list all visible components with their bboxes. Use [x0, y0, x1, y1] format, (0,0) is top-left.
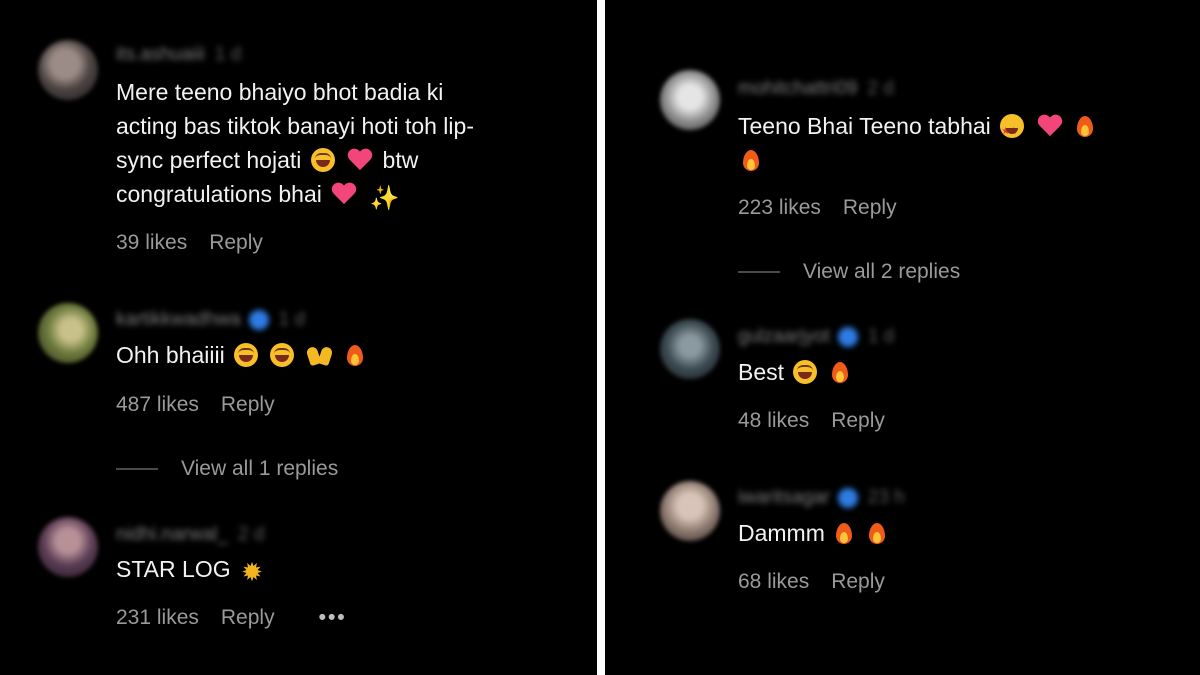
comment-text: Best — [738, 355, 853, 389]
likes-count[interactable]: 39 likes — [116, 231, 187, 255]
comment-username[interactable]: gulzaarjyot 1 d — [738, 326, 894, 348]
reply-button[interactable]: Reply — [831, 570, 885, 594]
heart-icon — [1037, 114, 1063, 138]
username-text[interactable]: gulzaarjyot — [738, 326, 830, 347]
laughing-tears-icon — [270, 343, 295, 367]
comment-text: STAR LOG ✹ — [116, 552, 267, 586]
comment-line: STAR LOG — [116, 556, 231, 582]
comment-time: 1 d — [278, 309, 306, 330]
comment-line: acting bas tiktok banayi hoti toh lip- — [116, 113, 474, 139]
comment-text: Ohh bhaiiii — [116, 338, 368, 372]
comment-line-emoji — [738, 143, 1098, 177]
comment-inline-text: btw — [382, 147, 419, 173]
comment-username[interactable]: iwaritsagar 23 h — [738, 487, 905, 509]
reply-button[interactable]: Reply — [831, 409, 885, 433]
view-replies-button[interactable]: View all 2 replies — [738, 260, 960, 284]
heart-icon — [331, 182, 357, 206]
reply-button[interactable]: Reply — [843, 196, 897, 220]
heart-icon — [347, 148, 373, 172]
laughing-tears-icon — [793, 360, 818, 384]
comment-username[interactable]: mohitchattri09 2 d — [738, 78, 894, 100]
likes-count[interactable]: 231 likes — [116, 606, 199, 630]
comment-line: Teeno Bhai Teeno tabhai — [738, 113, 991, 139]
fire-icon — [830, 360, 850, 384]
verified-badge-icon — [837, 326, 858, 347]
more-options-icon[interactable]: ••• — [319, 606, 347, 630]
laughing-tears-icon — [310, 148, 335, 172]
comments-panel-left: its.ashuaiii 1 d Mere teeno bhaiyo bhot b… — [0, 0, 597, 675]
likes-count[interactable]: 68 likes — [738, 570, 809, 594]
likes-count[interactable]: 223 likes — [738, 196, 821, 220]
comment-meta: 223 likes Reply — [738, 196, 897, 220]
comment-text: Teeno Bhai Teeno tabhai — [738, 109, 1098, 177]
laughing-tears-icon — [234, 343, 259, 367]
likes-count[interactable]: 487 likes — [116, 393, 199, 417]
avatar[interactable] — [38, 40, 98, 100]
comment-line-with-emoji: sync perfect hojati btw — [116, 143, 474, 177]
sparkles-icon: ✨ — [369, 185, 400, 212]
comment-line-with-emoji: congratulations bhai ✨ — [116, 177, 474, 211]
comment-line: sync perfect hojati — [116, 147, 302, 173]
avatar[interactable] — [660, 70, 720, 130]
replies-divider — [116, 468, 158, 471]
comment-meta: 48 likes Reply — [738, 409, 885, 433]
reply-button[interactable]: Reply — [209, 231, 263, 255]
comment-time: 1 d — [867, 326, 895, 347]
username-text[interactable]: mohitchattri09 — [738, 78, 857, 99]
reply-button[interactable]: Reply — [221, 393, 275, 417]
verified-badge-icon — [248, 309, 269, 330]
comment-text: Mere teeno bhaiyo bhot badia ki acting b… — [116, 75, 474, 211]
fire-icon — [345, 343, 365, 367]
comments-panel-right: mohitchattri09 2 d Teeno Bhai Teeno tabha… — [605, 0, 1200, 675]
username-text[interactable]: iwaritsagar — [738, 487, 830, 508]
verified-badge-icon — [837, 487, 858, 508]
comment-username[interactable]: nidhi.narwal_ 2 d — [116, 524, 264, 546]
comment-time: 2 d — [867, 78, 894, 99]
comment-meta: 487 likes Reply — [116, 393, 275, 417]
raised-hands-icon — [307, 343, 333, 367]
username-text[interactable]: kartikkwadhwa — [116, 309, 241, 330]
username-text[interactable]: its.ashuaiii — [116, 44, 205, 65]
reply-button[interactable]: Reply — [221, 606, 275, 630]
comment-meta: 39 likes Reply — [116, 231, 263, 255]
comment-meta: 231 likes Reply ••• — [116, 606, 347, 630]
avatar[interactable] — [38, 303, 98, 363]
username-text[interactable]: nidhi.narwal_ — [116, 524, 228, 545]
avatar[interactable] — [660, 481, 720, 541]
comment-line: Best — [738, 359, 785, 385]
comment-username[interactable]: its.ashuaiii 1 d — [116, 44, 241, 66]
fire-icon — [1075, 114, 1095, 138]
comment-line: Mere teeno bhaiyo bhot badia ki — [116, 79, 444, 105]
comment-time: 1 d — [214, 44, 242, 65]
avatar[interactable] — [38, 517, 98, 577]
likes-count[interactable]: 48 likes — [738, 409, 809, 433]
star-struck-icon — [1000, 114, 1025, 149]
comment-line: Ohh bhaiiii — [116, 342, 225, 368]
comment-username[interactable]: kartikkwadhwa 1 d — [116, 309, 305, 331]
view-replies-label[interactable]: View all 2 replies — [803, 260, 960, 283]
comment-time: 2 d — [237, 524, 265, 545]
fire-icon — [741, 148, 761, 172]
sun-icon: ✹ — [241, 557, 263, 587]
comment-line: Dammm — [738, 520, 825, 546]
view-replies-label[interactable]: View all 1 replies — [181, 457, 338, 480]
comment-line-with-emoji: Teeno Bhai Teeno tabhai — [738, 109, 1098, 149]
comment-meta: 68 likes Reply — [738, 570, 885, 594]
fire-icon — [867, 521, 887, 545]
comment-text: Dammm — [738, 516, 890, 550]
avatar[interactable] — [660, 319, 720, 379]
comment-line: congratulations bhai — [116, 181, 322, 207]
comment-time: 23 h — [867, 487, 905, 508]
view-replies-button[interactable]: View all 1 replies — [116, 457, 338, 481]
fire-icon — [834, 521, 854, 545]
replies-divider — [738, 271, 780, 274]
